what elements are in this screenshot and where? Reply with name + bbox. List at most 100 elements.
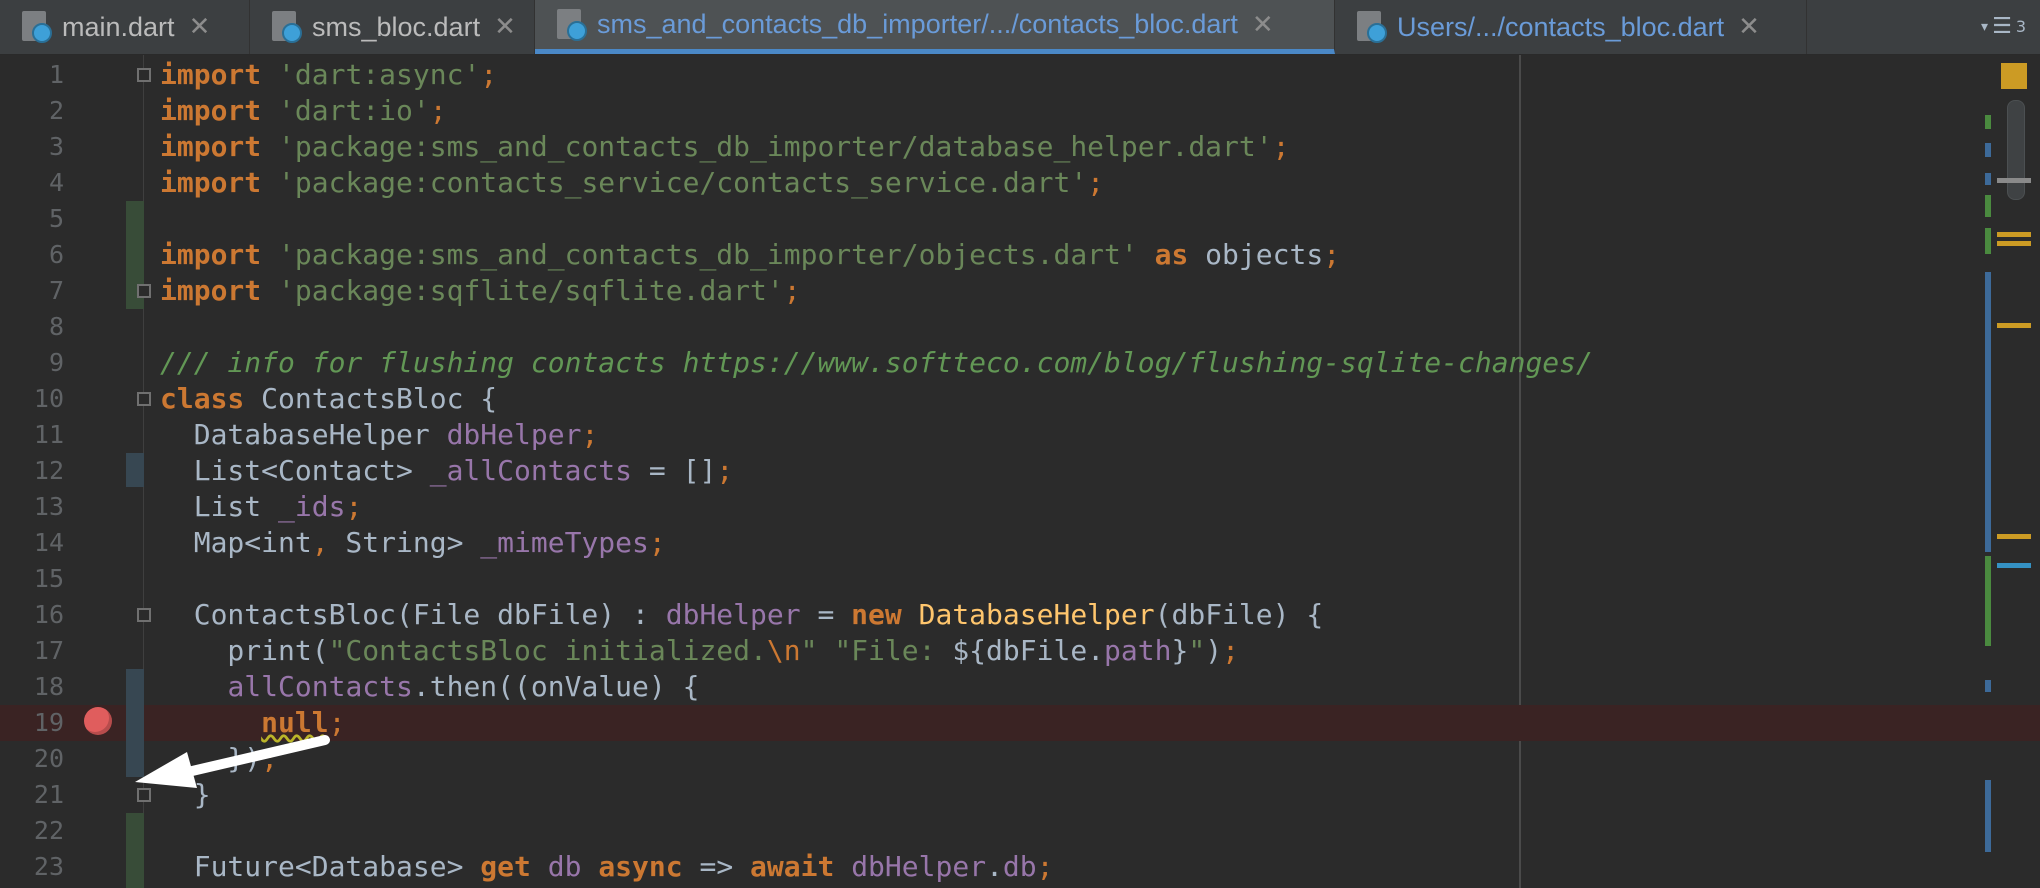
stripe-mark[interactable]	[1997, 241, 2031, 246]
code-line[interactable]: 18 allContacts.then((onValue) {	[0, 669, 2040, 705]
code-line[interactable]: 17 print("ContactsBloc initialized.\n" "…	[0, 633, 2040, 669]
stripe-mark[interactable]	[1997, 534, 2031, 539]
line-number[interactable]: 20	[0, 741, 64, 777]
code-line[interactable]: 2 import 'dart:io';	[0, 93, 2040, 129]
vertical-scrollbar-thumb[interactable]	[2007, 100, 2025, 200]
code-line[interactable]: 9 /// info for flushing contacts https://…	[0, 345, 2040, 381]
line-number[interactable]: 9	[0, 345, 64, 381]
line-number[interactable]: 21	[0, 777, 64, 813]
line-number[interactable]: 23	[0, 849, 64, 885]
stripe-mark[interactable]	[1985, 195, 1991, 217]
tab-list-button[interactable]: ▾ ☰ 3	[1981, 14, 2026, 39]
stripe-mark[interactable]	[1985, 115, 1991, 129]
code-text[interactable]: List<Contact> _allContacts = [];	[160, 453, 733, 489]
code-line[interactable]: 8	[0, 309, 2040, 345]
code-line[interactable]: 5	[0, 201, 2040, 237]
code-text[interactable]: /// info for flushing contacts https://w…	[160, 345, 1593, 381]
tab-sms-bloc-dart[interactable]: sms_bloc.dart ✕	[250, 0, 535, 54]
code-token: print(	[160, 634, 329, 667]
tab-label: sms_bloc.dart	[312, 11, 481, 42]
stripe-mark[interactable]	[1997, 323, 2031, 328]
code-text[interactable]: allContacts.then((onValue) {	[160, 669, 699, 705]
code-text[interactable]: Future<Database> get db async => await d…	[160, 849, 1054, 885]
code-line[interactable]: 6 import 'package:sms_and_contacts_db_imp…	[0, 237, 2040, 273]
stripe-mark[interactable]	[1985, 173, 1991, 185]
code-line[interactable]: 22	[0, 813, 2040, 849]
code-line[interactable]: 7 import 'package:sqflite/sqflite.dart';	[0, 273, 2040, 309]
tab-label: main.dart	[62, 11, 175, 42]
line-number[interactable]: 2	[0, 93, 64, 129]
line-number[interactable]: 1	[0, 57, 64, 93]
tab-main-dart[interactable]: main.dart ✕	[0, 0, 250, 54]
fold-icon[interactable]	[137, 68, 151, 82]
stripe-mark[interactable]	[1997, 563, 2031, 568]
stripe-mark[interactable]	[1985, 780, 1991, 852]
line-number[interactable]: 5	[0, 201, 64, 237]
code-text[interactable]: import 'package:sqflite/sqflite.dart';	[160, 273, 801, 309]
code-text[interactable]: Map<int, String> _mimeTypes;	[160, 525, 666, 561]
code-token: _mimeTypes	[480, 526, 649, 559]
stripe-mark[interactable]	[1985, 680, 1991, 692]
line-number[interactable]: 17	[0, 633, 64, 669]
code-text[interactable]: class ContactsBloc {	[160, 381, 497, 417]
code-text[interactable]: import 'dart:async';	[160, 57, 497, 93]
code-token: _allContacts	[429, 454, 633, 487]
line-number[interactable]: 14	[0, 525, 64, 561]
code-line[interactable]: 15	[0, 561, 2040, 597]
stripe-mark[interactable]	[1997, 232, 2031, 237]
code-text[interactable]: import 'package:sms_and_contacts_db_impo…	[160, 129, 1289, 165]
code-line[interactable]: 11 DatabaseHelper dbHelper;	[0, 417, 2040, 453]
inspection-status-icon[interactable]	[2001, 63, 2027, 89]
code-line[interactable]: 1 import 'dart:async';	[0, 57, 2040, 93]
code-line[interactable]: 16 ContactsBloc(File dbFile) : dbHelper …	[0, 597, 2040, 633]
code-line[interactable]: 12 List<Contact> _allContacts = [];	[0, 453, 2040, 489]
stripe-mark[interactable]	[1985, 143, 1991, 157]
close-icon[interactable]: ✕	[494, 12, 516, 42]
breakpoint-icon[interactable]	[84, 707, 112, 735]
code-text[interactable]: DatabaseHelper dbHelper;	[160, 417, 599, 453]
stripe-mark[interactable]	[1985, 272, 1991, 552]
line-number[interactable]: 6	[0, 237, 64, 273]
fold-icon[interactable]	[137, 608, 151, 622]
code-text[interactable]: import 'dart:io';	[160, 93, 447, 129]
line-number[interactable]: 7	[0, 273, 64, 309]
line-number[interactable]: 22	[0, 813, 64, 849]
line-number[interactable]: 18	[0, 669, 64, 705]
line-number[interactable]: 11	[0, 417, 64, 453]
code-line[interactable]: 14 Map<int, String> _mimeTypes;	[0, 525, 2040, 561]
close-icon[interactable]: ✕	[1252, 10, 1274, 40]
code-editor[interactable]: 1 import 'dart:async'; 2 import 'dart:io'; 3…	[0, 55, 2040, 888]
code-text[interactable]: print("ContactsBloc initialized.\n" "Fil…	[160, 633, 1239, 669]
fold-icon[interactable]	[137, 788, 151, 802]
close-icon[interactable]: ✕	[189, 12, 211, 42]
line-number[interactable]: 8	[0, 309, 64, 345]
tab-users-contacts-bloc-dart[interactable]: Users/.../contacts_bloc.dart ✕	[1335, 0, 1807, 54]
close-icon[interactable]: ✕	[1738, 12, 1760, 42]
line-number[interactable]: 13	[0, 489, 64, 525]
code-line[interactable]: 4 import 'package:contacts_service/contac…	[0, 165, 2040, 201]
line-number[interactable]: 12	[0, 453, 64, 489]
code-line[interactable]: 3 import 'package:sms_and_contacts_db_imp…	[0, 129, 2040, 165]
vcs-modified-marker[interactable]	[126, 453, 144, 487]
line-number[interactable]: 10	[0, 381, 64, 417]
code-line[interactable]: 23 Future<Database> get db async => awai…	[0, 849, 2040, 885]
code-text[interactable]: List _ids;	[160, 489, 363, 525]
line-number[interactable]: 19	[0, 705, 64, 741]
code-text[interactable]: import 'package:contacts_service/contact…	[160, 165, 1104, 201]
stripe-mark[interactable]	[1997, 178, 2031, 183]
line-number[interactable]: 3	[0, 129, 64, 165]
line-number[interactable]: 15	[0, 561, 64, 597]
line-number[interactable]: 16	[0, 597, 64, 633]
vcs-added-marker[interactable]	[126, 813, 144, 888]
code-text[interactable]: ContactsBloc(File dbFile) : dbHelper = n…	[160, 597, 1324, 633]
stripe-mark[interactable]	[1985, 228, 1991, 254]
tab-contacts-bloc-dart-active[interactable]: sms_and_contacts_db_importer/.../contact…	[535, 0, 1335, 54]
fold-icon[interactable]	[137, 284, 151, 298]
stripe-mark[interactable]	[1985, 556, 1991, 646]
code-line[interactable]: 10 class ContactsBloc {	[0, 381, 2040, 417]
code-text[interactable]: import 'package:sms_and_contacts_db_impo…	[160, 237, 1340, 273]
fold-icon[interactable]	[137, 392, 151, 406]
code-line[interactable]: 13 List _ids;	[0, 489, 2040, 525]
line-number[interactable]: 4	[0, 165, 64, 201]
